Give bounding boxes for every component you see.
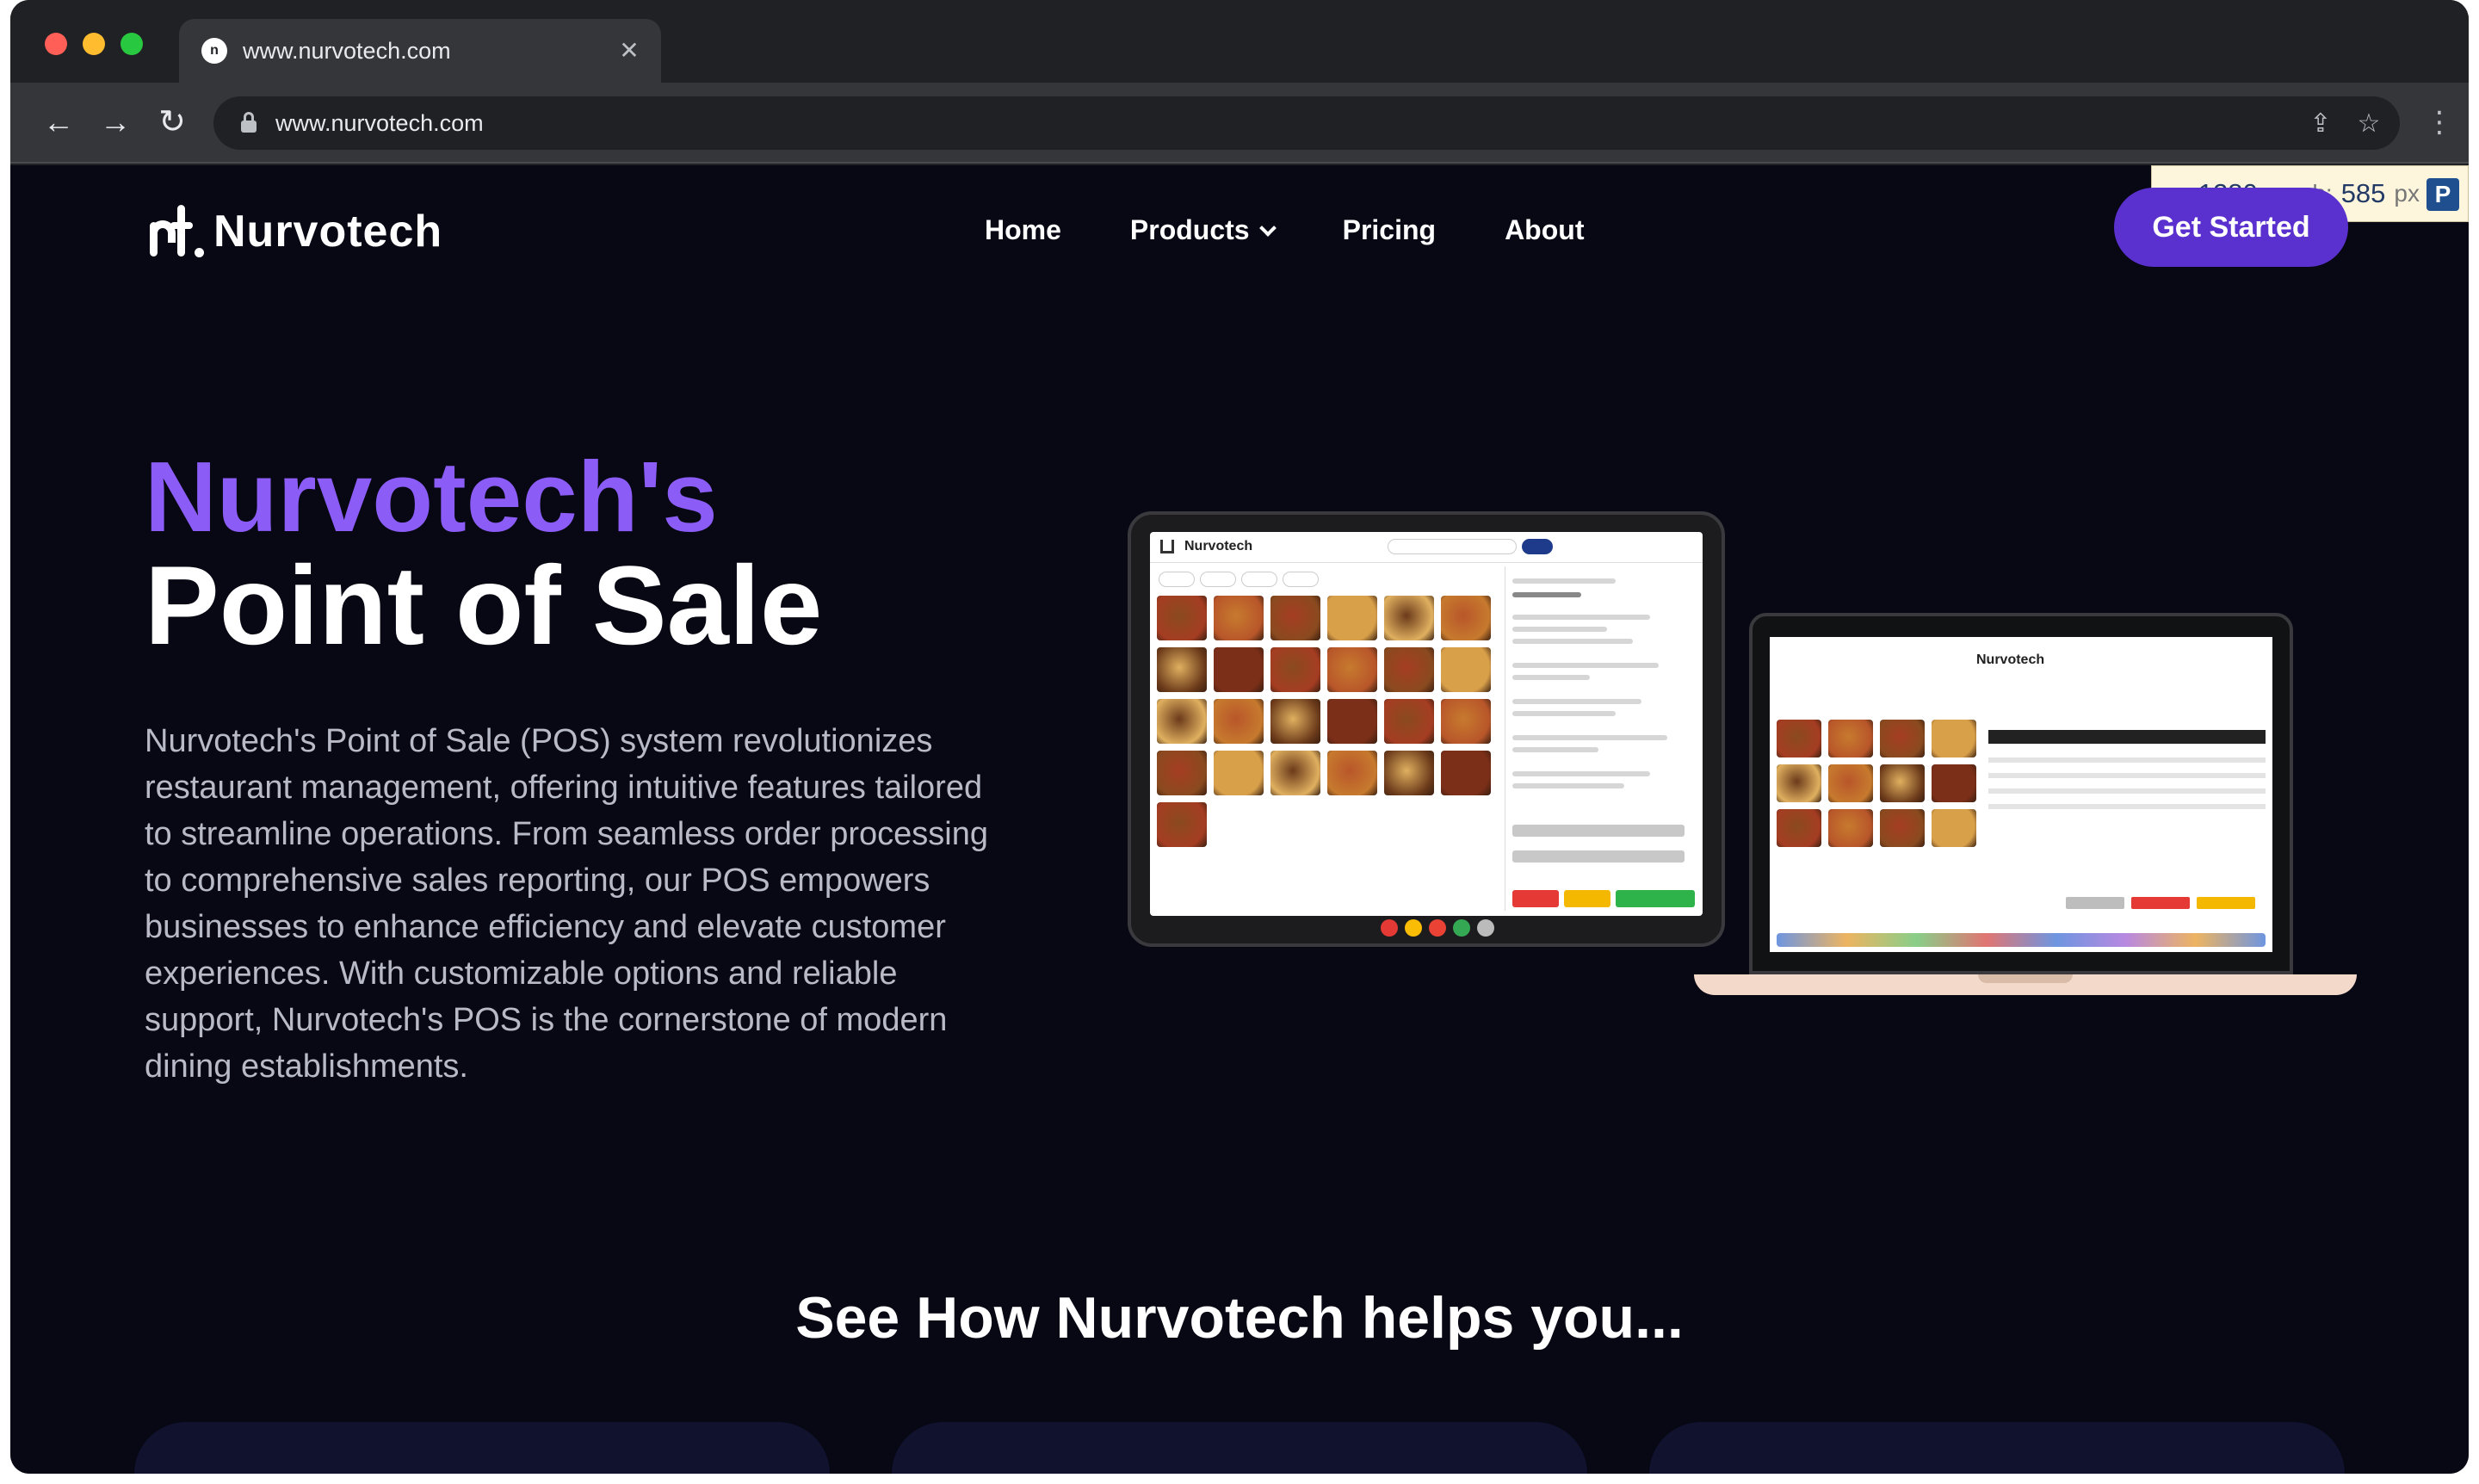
nav-products-label: Products: [1129, 214, 1250, 245]
food-thumbnail: [1157, 802, 1207, 847]
address-bar[interactable]: www.nurvotech.com ⇪ ☆: [213, 96, 2400, 150]
food-thumbnail: [1777, 809, 1821, 847]
more-vertical-icon[interactable]: ⋮: [2422, 100, 2457, 145]
section-title: See How Nurvotech helps you...: [795, 1285, 1684, 1351]
food-thumbnail: [1270, 596, 1320, 640]
forward-arrow-icon[interactable]: →: [93, 100, 138, 145]
tablet-screen: Nurvotech: [1150, 532, 1703, 916]
laptop-dock: [1777, 933, 2266, 947]
food-thumbnail: [1777, 720, 1821, 757]
tablet-food-grid: [1157, 596, 1498, 847]
food-thumbnail: [1157, 751, 1207, 795]
home-icon: [1160, 540, 1174, 553]
food-thumbnail: [1828, 720, 1873, 757]
tablet-mockup-image: Nurvotech: [1128, 511, 1725, 947]
share-icon[interactable]: ⇪: [2303, 107, 2338, 141]
tablet-dock: [1381, 919, 1501, 940]
food-thumbnail: [1270, 751, 1320, 795]
reload-icon[interactable]: ↻: [150, 100, 195, 145]
food-thumbnail: [1777, 764, 1821, 802]
food-thumbnail: [1270, 699, 1320, 744]
browser-toolbar: ← → ↻ www.nurvotech.com ⇪ ☆ ⋮: [10, 83, 2469, 164]
food-thumbnail: [1327, 596, 1377, 640]
laptop-action-buttons: [2066, 897, 2255, 909]
star-icon[interactable]: ☆: [2352, 107, 2386, 141]
food-thumbnail: [1214, 751, 1264, 795]
food-thumbnail: [1157, 699, 1207, 744]
food-thumbnail: [1384, 699, 1434, 744]
tablet-search-button: [1522, 539, 1553, 554]
laptop-mockup-image: Nurvotech: [1749, 613, 2293, 974]
hero-title-brand: Nurvotech's: [145, 441, 718, 553]
tablet-app-logo: Nurvotech: [1184, 539, 1253, 553]
food-thumbnail: [1327, 699, 1377, 744]
laptop-notch: [1978, 974, 2073, 983]
food-thumbnail: [1932, 764, 1976, 802]
food-thumbnail: [1441, 596, 1491, 640]
food-thumbnail: [1441, 751, 1491, 795]
minimize-window-button[interactable]: [83, 33, 105, 55]
extension-logo-icon: P: [2426, 178, 2459, 211]
main-nav: Home Products Pricing About: [985, 210, 1584, 250]
food-thumbnail: [1384, 751, 1434, 795]
tab-title: www.nurvotech.com: [243, 38, 451, 64]
tablet-category-chips: [1159, 572, 1319, 587]
food-thumbnail: [1828, 764, 1873, 802]
back-arrow-icon[interactable]: ←: [36, 100, 81, 145]
food-thumbnail: [1932, 809, 1976, 847]
feature-card: [134, 1422, 830, 1474]
food-thumbnail: [1880, 809, 1925, 847]
height-value: 585: [2340, 178, 2386, 208]
page-viewport: w: 1280 px h: 585 px P Nurvotech Home Pr…: [10, 165, 2469, 1474]
nurvotech-logo-icon: [145, 203, 212, 260]
laptop-order-header: [1988, 730, 2266, 744]
food-thumbnail: [1384, 596, 1434, 640]
food-thumbnail: [1441, 647, 1491, 692]
laptop-app-logo: Nurvotech: [1976, 652, 2045, 667]
nav-products[interactable]: Products: [1129, 210, 1277, 250]
brand-name: Nurvotech: [213, 207, 443, 257]
food-thumbnail: [1327, 647, 1377, 692]
tab-strip: n www.nurvotech.com ✕: [10, 0, 2469, 83]
nav-home[interactable]: Home: [985, 210, 1061, 250]
tablet-app-header: Nurvotech: [1150, 532, 1703, 563]
feature-card: [892, 1422, 1587, 1474]
food-thumbnail: [1214, 699, 1264, 744]
food-thumbnail: [1828, 809, 1873, 847]
height-unit: px: [2394, 180, 2420, 207]
tablet-order-panel: [1505, 566, 1699, 911]
food-thumbnail: [1157, 647, 1207, 692]
browser-tab[interactable]: n www.nurvotech.com ✕: [179, 19, 661, 83]
laptop-screen: Nurvotech: [1770, 637, 2272, 952]
food-thumbnail: [1441, 699, 1491, 744]
nav-about[interactable]: About: [1505, 210, 1584, 250]
url-text[interactable]: www.nurvotech.com: [275, 109, 484, 137]
food-thumbnail: [1327, 751, 1377, 795]
food-thumbnail: [1214, 647, 1264, 692]
nav-pricing[interactable]: Pricing: [1343, 210, 1436, 250]
food-thumbnail: [1270, 647, 1320, 692]
food-thumbnail: [1932, 720, 1976, 757]
food-thumbnail: [1880, 764, 1925, 802]
maximize-window-button[interactable]: [121, 33, 143, 55]
hero-description: Nurvotech's Point of Sale (POS) system r…: [145, 723, 988, 1085]
browser-window: n www.nurvotech.com ✕ ← → ↻ www.nurvotec…: [10, 0, 2469, 1474]
get-started-button[interactable]: Get Started: [2114, 188, 2348, 267]
laptop-food-grid: [1777, 720, 1980, 847]
close-icon[interactable]: ✕: [613, 34, 646, 67]
food-thumbnail: [1157, 596, 1207, 640]
food-thumbnail: [1214, 596, 1264, 640]
food-thumbnail: [1384, 647, 1434, 692]
hero-title-product: Point of Sale: [145, 542, 823, 668]
food-thumbnail: [1880, 720, 1925, 757]
chevron-down-icon: [1258, 220, 1277, 237]
close-window-button[interactable]: [45, 33, 67, 55]
feature-card: [1649, 1422, 2345, 1474]
favicon-icon: n: [201, 38, 227, 64]
site-logo[interactable]: Nurvotech: [145, 203, 442, 260]
lock-icon[interactable]: [241, 112, 257, 133]
tablet-search-field: [1388, 539, 1517, 554]
